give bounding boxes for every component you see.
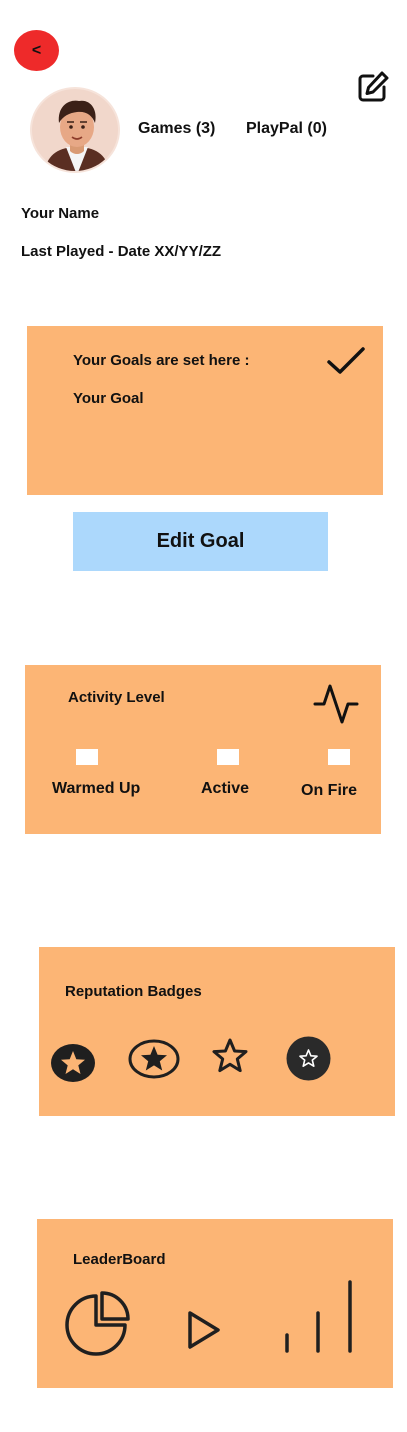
pie-chart-icon[interactable] [64,1291,132,1357]
star-outlined-circle-icon[interactable] [127,1038,181,1080]
star-filled-circle-icon[interactable] [50,1043,96,1083]
goals-card: Your Goals are set here : Your Goal [27,326,383,495]
last-played: Last Played - Date XX/YY/ZZ [21,243,222,260]
user-name: Your Name [21,205,100,222]
play-icon[interactable] [186,1310,222,1350]
back-button[interactable]: < [14,30,59,71]
activity-pulse-icon [313,683,359,725]
checkmark-icon[interactable] [327,346,365,376]
on-fire-checkbox[interactable] [328,749,350,765]
active-checkbox[interactable] [217,749,239,765]
bar-chart-icon[interactable] [281,1277,355,1357]
on-fire-label: On Fire [301,782,358,799]
star-outline-icon[interactable] [211,1038,249,1074]
warmed-up-checkbox[interactable] [76,749,98,765]
games-count-link[interactable]: Games (3) [138,120,215,138]
activity-level-card: Activity Level Warmed Up Active On Fire [25,665,381,834]
goal-text: Your Goal [73,390,144,407]
warmed-up-label: Warmed Up [52,780,141,797]
edit-goal-button[interactable]: Edit Goal [73,512,328,571]
reputation-badges-card: Reputation Badges [39,947,395,1116]
goals-heading: Your Goals are set here : [73,352,250,369]
reputation-heading: Reputation Badges [65,983,202,1000]
playpal-count-link[interactable]: PlayPal (0) [246,120,327,138]
activity-heading: Activity Level [68,689,165,706]
active-label: Active [201,780,250,797]
avatar[interactable] [30,87,120,173]
leaderboard-card: LeaderBoard [37,1219,393,1388]
star-dark-circle-icon[interactable] [286,1036,331,1081]
edit-pencil-icon[interactable] [356,70,390,104]
leaderboard-heading: LeaderBoard [73,1251,166,1268]
